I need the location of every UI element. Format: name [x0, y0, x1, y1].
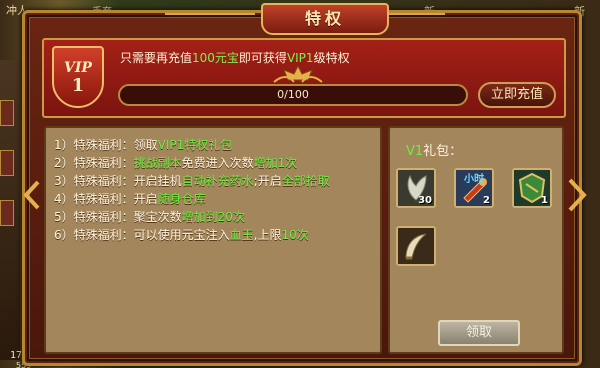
gift-slot-3[interactable]: 1 — [512, 168, 552, 208]
info-suffix: 级特权 — [313, 51, 350, 65]
gift-slot-caption: 小时 — [464, 174, 484, 185]
gift-slot-count: 2 — [483, 195, 490, 206]
benefit-index: 6）特殊福利： — [54, 228, 134, 242]
benefit-segment: 可以使用元宝注入 — [133, 228, 230, 242]
vip-progress-bar: 0/100 — [118, 84, 468, 106]
benefit-segment: 全部拾取 — [281, 174, 330, 188]
gift-title-level: V1 — [406, 144, 424, 159]
benefit-segment: 自动补充药水 — [181, 174, 254, 188]
dialog-title: 特权 — [304, 9, 345, 28]
benefit-segment: 开启挂机 — [133, 174, 182, 188]
benefit-segment: ;开启 — [253, 174, 282, 188]
benefit-item: 6）特殊福利：可以使用元宝注入血玉,上限10次 — [54, 226, 330, 244]
benefit-segment: 领取 — [133, 138, 158, 152]
gift-title: V1礼包： — [406, 140, 462, 159]
hud-tab[interactable] — [0, 100, 14, 126]
dialog-title-plaque: 特权 — [261, 3, 389, 35]
gift-title-text: 礼包： — [423, 144, 463, 159]
benefit-item: 3）特殊福利：开启挂机自动补充药水;开启全部拾取 — [54, 172, 330, 190]
benefit-segment: 聚宝次数 — [133, 210, 182, 224]
benefit-item: 4）特殊福利：开启随身仓库 — [54, 190, 330, 208]
vip-badge: VIP 1 — [52, 46, 104, 108]
info-target: VIP1 — [286, 51, 314, 65]
title-ornament-left — [165, 13, 255, 33]
benefit-item: 1）特殊福利：领取VIP1特权礼包 — [54, 136, 330, 154]
benefit-segment: ,上限 — [253, 228, 282, 242]
benefit-index: 5）特殊福利： — [54, 210, 134, 224]
benefit-item: 5）特殊福利：聚宝次数增加到20次 — [54, 208, 330, 226]
hud-tab[interactable] — [0, 200, 14, 226]
benefit-segment: 血玉 — [229, 228, 254, 242]
benefits-panel: 1）特殊福利：领取VIP1特权礼包 2）特殊福利：挑战副本免费进入次数增加1次 3）… — [44, 126, 382, 354]
gift-slot-2[interactable]: 小时 2 — [454, 168, 494, 208]
benefit-segment: 增加到20次 — [181, 210, 245, 224]
benefit-index: 2）特殊福利： — [54, 156, 134, 170]
benefit-segment: 随身仓库 — [157, 192, 206, 206]
benefit-segment: 免费进入次数 — [181, 156, 254, 170]
arrow-right-icon[interactable] — [566, 178, 588, 212]
crown-emblem-icon — [273, 64, 323, 83]
vip-badge-word: VIP — [64, 60, 92, 76]
info-amount: 100元宝 — [192, 51, 239, 65]
info-prefix: 只需要再充值 — [120, 51, 193, 65]
gift-slot-count: 30 — [418, 195, 432, 206]
gift-slot-4[interactable] — [396, 226, 436, 266]
info-middle: 即可获得 — [238, 51, 287, 65]
arrow-left-icon[interactable] — [22, 180, 42, 210]
benefit-index: 3）特殊福利： — [54, 174, 134, 188]
benefit-item: 2）特殊福利：挑战副本免费进入次数增加1次 — [54, 154, 330, 172]
horn-icon — [398, 228, 434, 264]
vip-progress-text: 0/100 — [277, 88, 309, 101]
benefits-list: 1）特殊福利：领取VIP1特权礼包 2）特殊福利：挑战副本免费进入次数增加1次 3）… — [54, 136, 330, 244]
benefit-segment: 增加1次 — [253, 156, 298, 170]
gift-slot-1[interactable]: 30 — [396, 168, 436, 208]
benefit-segment: 挑战副本 — [133, 156, 182, 170]
recharge-now-button[interactable]: 立即充值 — [478, 82, 556, 108]
benefit-segment: 10次 — [281, 228, 309, 242]
left-hud-strip — [0, 60, 20, 360]
benefit-index: 1）特殊福利： — [54, 138, 134, 152]
benefit-index: 4）特殊福利： — [54, 192, 134, 206]
claim-button[interactable]: 领取 — [438, 320, 520, 346]
gift-slot-count: 1 — [541, 195, 548, 206]
benefit-segment: VIP1特权礼包 — [157, 138, 233, 152]
vip-badge-level: 1 — [71, 75, 85, 96]
hud-tab[interactable] — [0, 150, 14, 176]
benefit-segment: 开启 — [133, 192, 158, 206]
